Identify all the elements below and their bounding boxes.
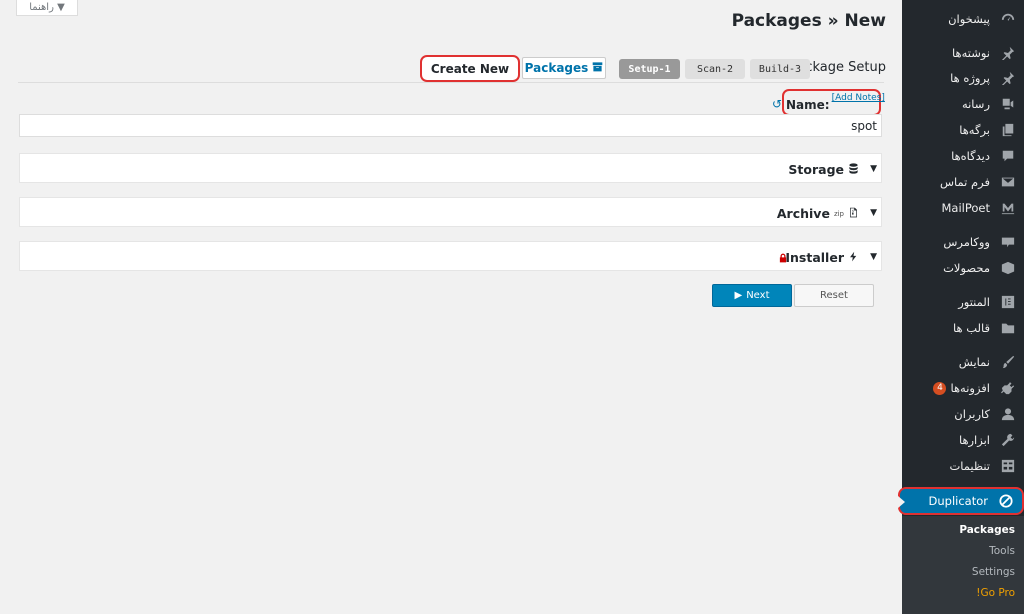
users-icon: [1000, 406, 1016, 422]
sidebar-item-templates[interactable]: قالب ها: [902, 315, 1024, 341]
step-build: Build-3: [750, 59, 810, 79]
submenu-tools[interactable]: Tools: [989, 545, 1015, 557]
play-icon: ▶: [734, 290, 743, 301]
sidebar-item-appearance[interactable]: نمایش: [902, 349, 1024, 375]
mail-icon: [1000, 174, 1016, 190]
archive-box-icon: [592, 61, 603, 75]
sidebar-item-label: دیدگاه‌ها: [951, 149, 990, 163]
package-name-input[interactable]: [19, 114, 882, 137]
comments-icon: [1000, 148, 1016, 164]
chevron-down-icon[interactable]: ▼: [870, 208, 877, 218]
sidebar-item-pages[interactable]: برگه‌ها: [902, 117, 1024, 143]
step-scan: Scan-2: [685, 59, 745, 79]
sidebar-item-label: ابزارها: [958, 433, 990, 447]
appearance-icon: [1000, 354, 1016, 370]
pin-icon: [1000, 45, 1016, 61]
mailpoet-icon: [1000, 200, 1016, 216]
archive-panel-title: Archive zip: [777, 206, 859, 221]
sidebar-item-label: فرم تماس: [939, 175, 990, 189]
tabs-divider: [18, 82, 884, 83]
zip-superscript: zip: [833, 209, 844, 218]
bolt-icon: [848, 250, 859, 265]
sidebar-item-projects[interactable]: پروژه ها: [902, 65, 1024, 91]
chevron-down-icon[interactable]: ▼: [870, 252, 877, 262]
next-label: Next: [746, 290, 770, 301]
sidebar-item-label: رسانه: [961, 97, 990, 111]
sidebar-item-label: ووکامرس: [943, 235, 990, 249]
sidebar-item-mailpoet[interactable]: MailPoet: [902, 195, 1024, 221]
sidebar-item-label: افزونه‌ها: [950, 381, 990, 395]
add-notes-link[interactable]: [Add Notes]: [832, 93, 885, 103]
database-icon: [848, 162, 859, 177]
plugins-icon: [1000, 380, 1016, 396]
duplicator-icon: [998, 493, 1014, 509]
sidebar-item-elementor[interactable]: المنتور: [902, 289, 1024, 315]
sidebar-item-users[interactable]: کاربران: [902, 401, 1024, 427]
page-title: Packages » New: [731, 11, 886, 31]
archive-label: Archive: [776, 206, 830, 221]
submenu-settings[interactable]: Settings: [972, 566, 1015, 578]
sidebar-item-settings[interactable]: تنظیمات: [902, 453, 1024, 479]
submenu-go-pro[interactable]: !Go Pro: [976, 587, 1015, 599]
sidebar-item-duplicator[interactable]: Duplicator: [898, 487, 1024, 515]
help-tab[interactable]: راهنما ▼: [16, 0, 78, 16]
chevron-down-icon[interactable]: ▼: [870, 164, 877, 174]
sidebar-item-label: کاربران: [954, 407, 990, 421]
sidebar-item-products[interactable]: محصولات: [902, 255, 1024, 281]
sidebar-item-posts[interactable]: نوشته‌ها: [902, 40, 1024, 66]
sidebar-item-label: قالب ها: [952, 321, 990, 335]
sidebar-item-comments[interactable]: دیدگاه‌ها: [902, 143, 1024, 169]
sidebar-item-label: Duplicator: [928, 494, 988, 508]
elementor-icon: [1000, 294, 1016, 310]
media-icon: [1000, 96, 1016, 112]
sidebar-item-contact-form[interactable]: فرم تماس: [902, 169, 1024, 195]
installer-panel-title: Installer: [785, 250, 859, 265]
next-button[interactable]: ▶ Next: [712, 284, 792, 307]
duplicator-submenu: Packages Tools Settings !Go Pro: [902, 516, 1024, 614]
sidebar-item-label: نمایش: [958, 355, 990, 369]
admin-sidebar: پیشخوان نوشته‌ها پروژه ها رسانه برگه‌ها …: [898, 0, 1024, 614]
sidebar-item-label: محصولات: [943, 261, 990, 275]
sidebar-item-label: پروژه ها: [950, 71, 990, 85]
installer-panel[interactable]: Installer ▼: [19, 241, 882, 271]
pages-icon: [1000, 122, 1016, 138]
sidebar-item-woocommerce[interactable]: ووکامرس: [902, 229, 1024, 255]
woocommerce-icon: [1000, 234, 1016, 250]
sidebar-item-dashboard[interactable]: پیشخوان: [902, 6, 1024, 32]
sidebar-item-media[interactable]: رسانه: [902, 91, 1024, 117]
create-new-button[interactable]: Create New: [420, 55, 520, 82]
sidebar-item-label: نوشته‌ها: [952, 46, 990, 60]
installer-label: Installer: [785, 250, 844, 265]
name-label: Name:: [786, 98, 830, 112]
step-setup: Setup-1: [619, 59, 680, 79]
file-archive-icon: [848, 206, 859, 221]
storage-label: Storage: [788, 162, 844, 177]
sidebar-item-label: MailPoet: [941, 201, 990, 215]
settings-icon: [1000, 458, 1016, 474]
sidebar-item-label: تنظیمات: [949, 459, 990, 473]
update-count-badge: 4: [933, 381, 947, 395]
name-label-group: Name: [Add Notes]: [786, 93, 885, 112]
tools-icon: [1000, 432, 1016, 448]
page-subtitle: ackage Setup: [797, 60, 886, 75]
products-icon: [1000, 260, 1016, 276]
packages-button[interactable]: Packages: [522, 57, 606, 79]
sidebar-item-label: المنتور: [958, 295, 990, 309]
archive-panel[interactable]: Archive zip ▼: [19, 197, 882, 227]
sidebar-item-tools[interactable]: ابزارها: [902, 427, 1024, 453]
reset-button[interactable]: Reset: [794, 284, 874, 307]
lock-icon: [778, 252, 788, 263]
sidebar-item-plugins[interactable]: افزونه‌ها 4: [902, 375, 1024, 401]
dashboard-icon: [1000, 11, 1016, 27]
submenu-packages[interactable]: Packages: [959, 524, 1015, 536]
packages-label: Packages: [524, 61, 589, 75]
storage-panel[interactable]: Storage ▼: [19, 153, 882, 183]
pin-icon: [1000, 70, 1016, 86]
folder-icon: [1000, 320, 1016, 336]
sidebar-item-label: پیشخوان: [948, 12, 990, 26]
sidebar-item-label: برگه‌ها: [959, 123, 990, 137]
undo-icon[interactable]: ↺: [772, 97, 782, 111]
storage-panel-title: Storage: [788, 162, 859, 177]
